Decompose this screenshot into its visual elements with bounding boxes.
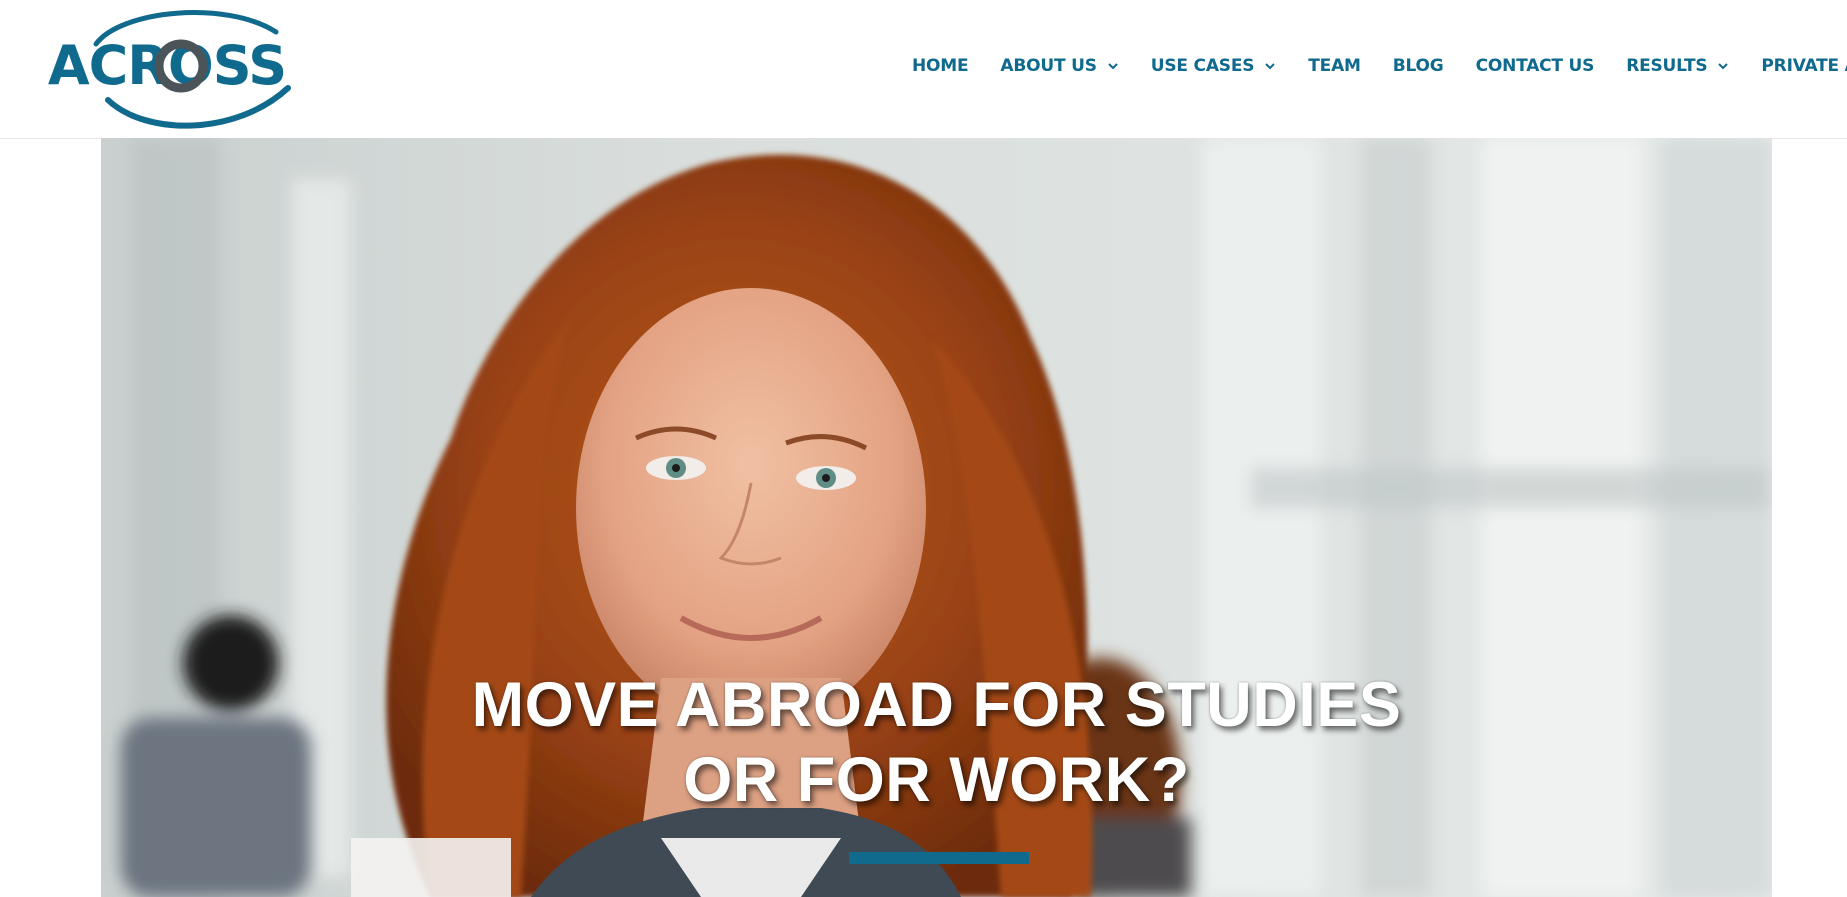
nav-results[interactable]: RESULTS <box>1626 56 1729 76</box>
nav-contact-us-label: CONTACT US <box>1475 56 1595 76</box>
nav-private-area-label: PRIVATE AREA <box>1761 56 1847 76</box>
hero-headline-line1: MOVE ABROAD FOR STUDIES <box>471 670 1402 740</box>
nav-private-area[interactable]: PRIVATE AREA <box>1761 56 1847 76</box>
hero-headline-line2: OR FOR WORK? <box>683 745 1190 815</box>
nav-blog-label: BLOG <box>1392 56 1444 76</box>
nav-blog[interactable]: BLOG <box>1393 56 1444 76</box>
nav-contact-us[interactable]: CONTACT US <box>1476 56 1595 76</box>
nav-team-label: TEAM <box>1308 56 1361 76</box>
main-nav: HOME ABOUT US USE CASES TEAM BLOG CONTAC… <box>912 56 1847 76</box>
nav-home[interactable]: HOME <box>912 56 969 76</box>
chevron-down-icon <box>1718 63 1729 70</box>
across-logo[interactable]: ACROSS <box>26 4 308 132</box>
nav-use-cases-label: USE CASES <box>1150 56 1255 76</box>
site-header: ACROSS HOME ABOUT US USE CASES TEAM BLOG… <box>0 0 1847 139</box>
nav-use-cases[interactable]: USE CASES <box>1151 56 1277 76</box>
nav-team[interactable]: TEAM <box>1308 56 1361 76</box>
nav-about-us[interactable]: ABOUT US <box>1000 56 1118 76</box>
nav-about-us-label: ABOUT US <box>1000 56 1097 76</box>
nav-home-label: HOME <box>912 56 969 76</box>
nav-results-label: RESULTS <box>1626 56 1708 76</box>
chevron-down-icon <box>1108 63 1118 70</box>
chevron-down-icon <box>1265 63 1275 70</box>
hero-banner: MOVE ABROAD FOR STUDIES OR FOR WORK? <box>101 138 1772 897</box>
headline-accent-bar <box>849 852 1029 864</box>
